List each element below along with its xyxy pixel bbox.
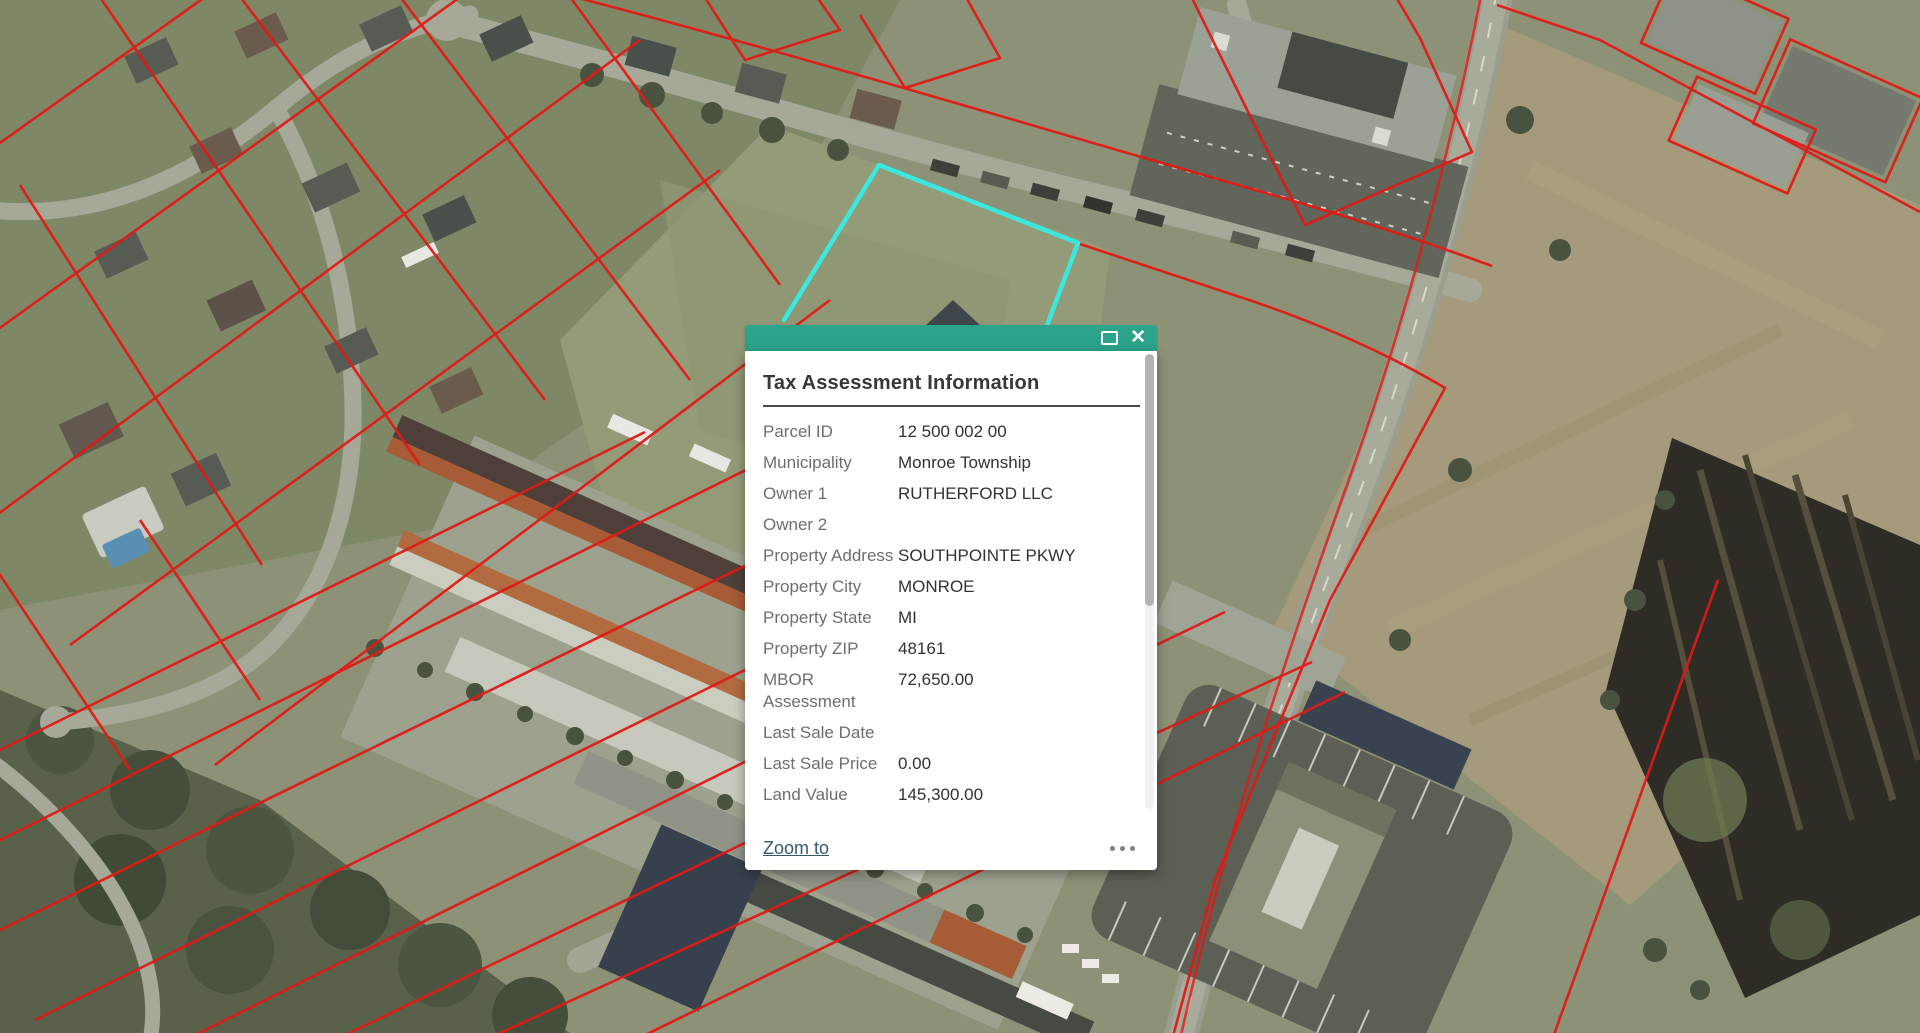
field-row: Owner 1 RUTHERFORD LLC: [763, 483, 1127, 505]
field-row: Owner 2: [763, 514, 1127, 536]
field-value: MI: [898, 607, 1127, 629]
popup-pointer: [926, 300, 980, 325]
field-value: Monroe Township: [898, 452, 1127, 474]
field-label: Property ZIP: [763, 638, 898, 660]
zoom-to-link[interactable]: Zoom to: [763, 838, 829, 859]
popup-title: Tax Assessment Information: [745, 351, 1157, 405]
field-row: MBOR Assessment 72,650.00: [763, 669, 1127, 713]
field-label: Municipality: [763, 452, 898, 474]
close-icon: ✕: [1130, 329, 1146, 347]
field-row: Municipality Monroe Township: [763, 452, 1127, 474]
field-row: Land Value 145,300.00: [763, 784, 1127, 806]
field-value: 12 500 002 00: [898, 421, 1127, 443]
field-label: MBOR Assessment: [763, 669, 898, 713]
field-row: Parcel ID 12 500 002 00: [763, 421, 1127, 443]
field-value: 72,650.00: [898, 669, 1127, 713]
field-label: Property Address: [763, 545, 898, 567]
more-actions-button[interactable]: [1106, 842, 1139, 855]
field-label: Last Sale Date: [763, 722, 898, 744]
field-label: Parcel ID: [763, 421, 898, 443]
field-label: Owner 1: [763, 483, 898, 505]
field-value: 0.00: [898, 753, 1127, 775]
field-row: Property ZIP 48161: [763, 638, 1127, 660]
popup-scrollbar[interactable]: [1145, 354, 1154, 809]
popup-footer: Zoom to: [745, 826, 1157, 870]
field-value: MONROE: [898, 576, 1127, 598]
field-row: Last Sale Date: [763, 722, 1127, 744]
field-row: Last Sale Price 0.00: [763, 753, 1127, 775]
field-label: Last Sale Price: [763, 753, 898, 775]
field-value: RUTHERFORD LLC: [898, 483, 1127, 505]
popup-tax-assessment: ✕ Tax Assessment Information Parcel ID 1…: [745, 325, 1157, 870]
field-value: SOUTHPOINTE PKWY: [898, 545, 1127, 567]
field-list: Parcel ID 12 500 002 00 Municipality Mon…: [745, 407, 1157, 806]
field-row: Property Address SOUTHPOINTE PKWY: [763, 545, 1127, 567]
ellipsis-icon: [1110, 846, 1115, 851]
field-row: Property City MONROE: [763, 576, 1127, 598]
field-label: Land Value: [763, 784, 898, 806]
field-row: Property State MI: [763, 607, 1127, 629]
field-value: [898, 722, 1127, 744]
field-label: Property State: [763, 607, 898, 629]
field-label: Property City: [763, 576, 898, 598]
scrollbar-thumb[interactable]: [1145, 354, 1154, 606]
popup-body: Tax Assessment Information Parcel ID 12 …: [745, 351, 1157, 870]
field-label: Owner 2: [763, 514, 898, 536]
dock-icon: [1101, 331, 1118, 345]
dock-button[interactable]: [1101, 328, 1118, 348]
field-value: [898, 514, 1127, 536]
popup-header: ✕: [745, 325, 1157, 351]
close-button[interactable]: ✕: [1130, 328, 1146, 348]
field-value: 145,300.00: [898, 784, 1127, 806]
field-value: 48161: [898, 638, 1127, 660]
